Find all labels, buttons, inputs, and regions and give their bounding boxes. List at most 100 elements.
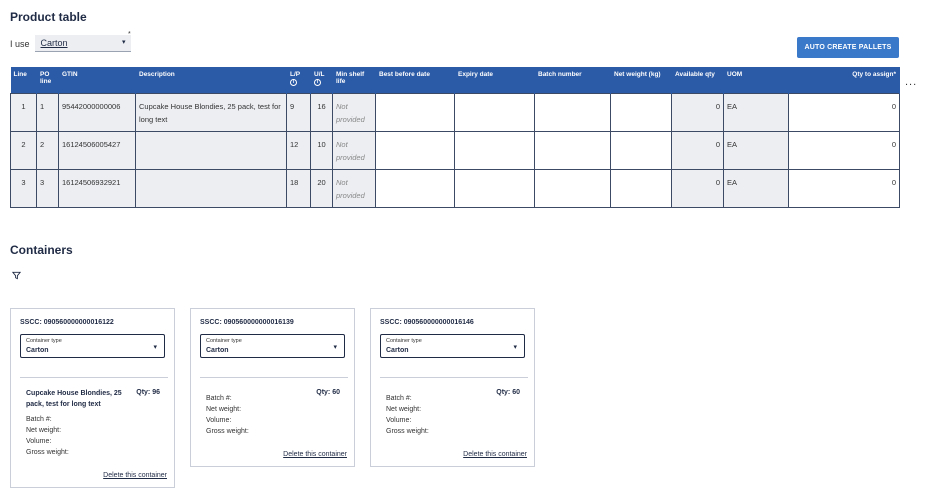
i-use-row: I use Carton ▾ <box>10 35 131 52</box>
col-batch[interactable]: Batch number <box>534 67 611 93</box>
product-table: Line PO line GTIN Description L/P i U/L i M… <box>10 67 900 208</box>
cell-ul: 10 <box>310 130 333 170</box>
gross-weight-label: Gross weight: <box>206 427 249 435</box>
cell-expiry[interactable] <box>454 92 535 132</box>
cell-batch[interactable] <box>534 168 611 208</box>
volume-label: Volume: <box>386 416 412 424</box>
cell-net-weight[interactable] <box>610 130 672 170</box>
cell-net-weight[interactable] <box>610 168 672 208</box>
col-po-line[interactable]: PO line <box>36 67 59 93</box>
chevron-down-icon: ▾ <box>333 344 337 351</box>
cell-batch[interactable] <box>534 92 611 132</box>
cell-description: Cupcake House Blondies, 25 pack, test fo… <box>135 92 287 132</box>
col-qty-to-assign[interactable]: Qty to assign* <box>788 67 900 93</box>
container-type-select[interactable]: Container type Carton ▾ <box>20 334 165 358</box>
col-po-line-1: PO <box>40 71 50 78</box>
min-shelf-line-2: provided <box>336 153 365 162</box>
cell-line: 1 <box>10 92 37 132</box>
info-icon[interactable]: i <box>314 79 321 87</box>
required-mark: * <box>128 31 131 38</box>
min-shelf-line-2: provided <box>336 191 365 200</box>
volume-label: Volume: <box>26 437 52 445</box>
cell-expiry[interactable] <box>454 168 535 208</box>
min-shelf-line-1: Not <box>336 139 348 149</box>
container-type-select[interactable]: Container type Carton ▾ <box>200 334 345 358</box>
delete-container-link[interactable]: Delete this container <box>103 472 167 479</box>
col-net-weight[interactable]: Net weight (kg) <box>610 67 672 93</box>
chevron-down-icon: ▾ <box>122 39 126 46</box>
sscc-label: SSCC: 090560000000016139 <box>200 319 294 326</box>
cell-expiry[interactable] <box>454 130 535 170</box>
cell-min-shelf-life: Not provided <box>332 168 376 208</box>
container-type-value: Carton <box>26 347 49 354</box>
container-details: Batch #: Net weight: Volume: Gross weigh… <box>206 394 249 437</box>
cell-min-shelf-life: Not provided <box>332 130 376 170</box>
filter-icon[interactable] <box>12 271 21 280</box>
container-card: SSCC: 090560000000016139 Container type … <box>190 308 355 467</box>
cell-available-qty: 0 <box>671 92 724 132</box>
cell-best-before[interactable] <box>375 92 455 132</box>
cell-uom: EA <box>723 168 789 208</box>
divider <box>380 377 528 378</box>
cell-qty-to-assign[interactable]: 0 <box>788 168 900 208</box>
i-use-value: Carton <box>40 38 68 48</box>
auto-create-pallets-button[interactable]: AUTO CREATE PALLETS <box>797 37 899 58</box>
cell-description <box>135 168 287 208</box>
net-weight-label: Net weight: <box>206 405 242 413</box>
col-uom[interactable]: UOM <box>723 67 789 93</box>
cell-min-shelf-life: Not provided <box>332 92 376 132</box>
gross-weight-label: Gross weight: <box>26 448 69 456</box>
min-shelf-line-1: Not <box>336 101 348 111</box>
col-po-line-2: line <box>40 78 52 86</box>
col-ul[interactable]: U/L i <box>310 67 333 93</box>
more-options-icon[interactable]: ... <box>905 76 917 88</box>
delete-container-link[interactable]: Delete this container <box>283 451 347 458</box>
col-lp-label: L/P <box>290 71 301 78</box>
container-type-label: Container type <box>26 338 62 344</box>
i-use-label: I use <box>10 38 30 49</box>
batch-label: Batch #: <box>206 395 232 402</box>
col-gtin[interactable]: GTIN <box>58 67 136 93</box>
col-min-shelf-2: life <box>336 78 346 86</box>
col-best-before[interactable]: Best before date <box>375 67 455 93</box>
min-shelf-line-1: Not <box>336 177 348 187</box>
divider <box>200 377 348 378</box>
cell-po-line: 3 <box>36 168 59 208</box>
table-row: 2 2 16124506005427 12 10 Not provided 0 E… <box>10 130 900 170</box>
cell-gtin: 95442000000006 <box>58 92 136 132</box>
cell-net-weight[interactable] <box>610 92 672 132</box>
cell-batch[interactable] <box>534 130 611 170</box>
volume-label: Volume: <box>206 416 232 424</box>
cell-best-before[interactable] <box>375 130 455 170</box>
col-line[interactable]: Line <box>10 67 37 93</box>
cell-available-qty: 0 <box>671 168 724 208</box>
delete-container-link[interactable]: Delete this container <box>463 451 527 458</box>
col-min-shelf-life[interactable]: Min shelf life <box>332 67 376 93</box>
col-lp[interactable]: L/P i <box>286 67 311 93</box>
net-weight-label: Net weight: <box>26 426 62 434</box>
container-card: SSCC: 090560000000016122 Container type … <box>10 308 175 488</box>
chevron-down-icon: ▾ <box>153 344 157 351</box>
col-available-qty[interactable]: Available qty <box>671 67 724 93</box>
cell-gtin: 16124506932921 <box>58 168 136 208</box>
cell-lp: 18 <box>286 168 311 208</box>
col-expiry[interactable]: Expiry date <box>454 67 535 93</box>
sscc-label: SSCC: 090560000000016122 <box>20 319 114 326</box>
cell-line: 3 <box>10 168 37 208</box>
table-header-row: Line PO line GTIN Description L/P i U/L i M… <box>10 67 900 93</box>
container-card: SSCC: 090560000000016146 Container type … <box>370 308 535 467</box>
batch-label: Batch #: <box>386 395 412 402</box>
i-use-select[interactable]: Carton ▾ <box>34 35 131 52</box>
container-type-value: Carton <box>386 347 409 354</box>
col-description[interactable]: Description <box>135 67 287 93</box>
cell-qty-to-assign[interactable]: 0 <box>788 130 900 170</box>
container-type-select[interactable]: Container type Carton ▾ <box>380 334 525 358</box>
container-type-label: Container type <box>386 338 422 344</box>
cell-qty-to-assign[interactable]: 0 <box>788 92 900 132</box>
table-row: 3 3 16124506932921 18 20 Not provided 0 E… <box>10 168 900 208</box>
min-shelf-line-2: provided <box>336 115 365 124</box>
cell-best-before[interactable] <box>375 168 455 208</box>
info-icon[interactable]: i <box>290 79 297 87</box>
cell-lp: 9 <box>286 92 311 132</box>
product-name: Cupcake House Blondies, 25 pack, test fo… <box>26 390 122 408</box>
